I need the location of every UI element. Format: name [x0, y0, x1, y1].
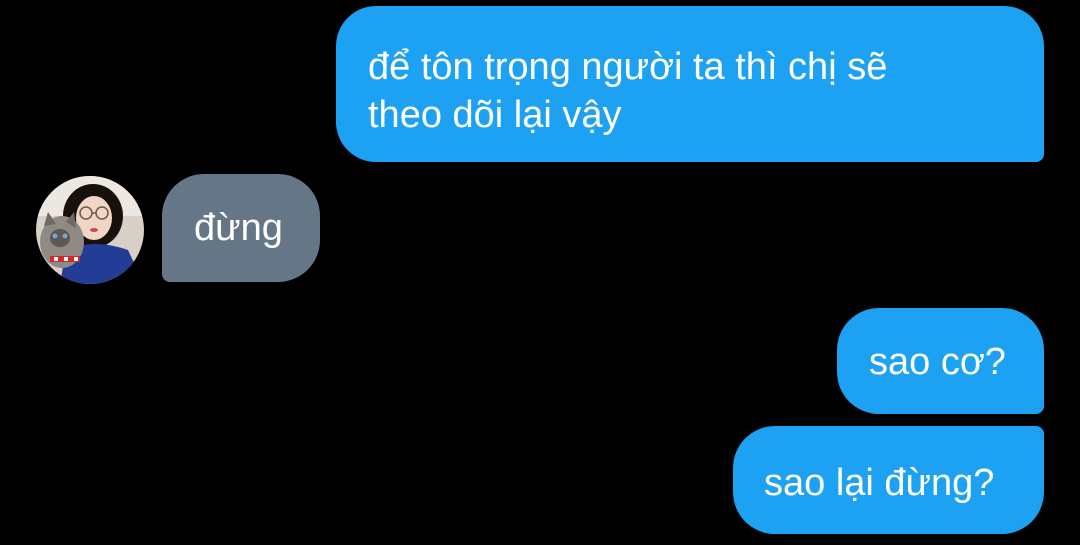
contact-avatar[interactable]: [36, 176, 144, 284]
message-text: sao cơ?: [869, 341, 1006, 383]
message-text-line: để tôn trọng người ta thì chị sẽ: [368, 46, 888, 88]
message-text: sao lại đừng?: [764, 462, 995, 504]
outgoing-message-bubble[interactable]: sao cơ?: [837, 308, 1044, 414]
message-text: đừng: [194, 207, 283, 249]
avatar-photo-icon: [36, 176, 144, 284]
outgoing-message-bubble[interactable]: để tôn trọng người ta thì chị sẽ theo dõ…: [336, 6, 1044, 162]
incoming-message-bubble[interactable]: đừng: [162, 174, 320, 282]
outgoing-message-bubble[interactable]: sao lại đừng?: [733, 426, 1044, 534]
message-text-line: theo dõi lại vậy: [368, 94, 622, 136]
